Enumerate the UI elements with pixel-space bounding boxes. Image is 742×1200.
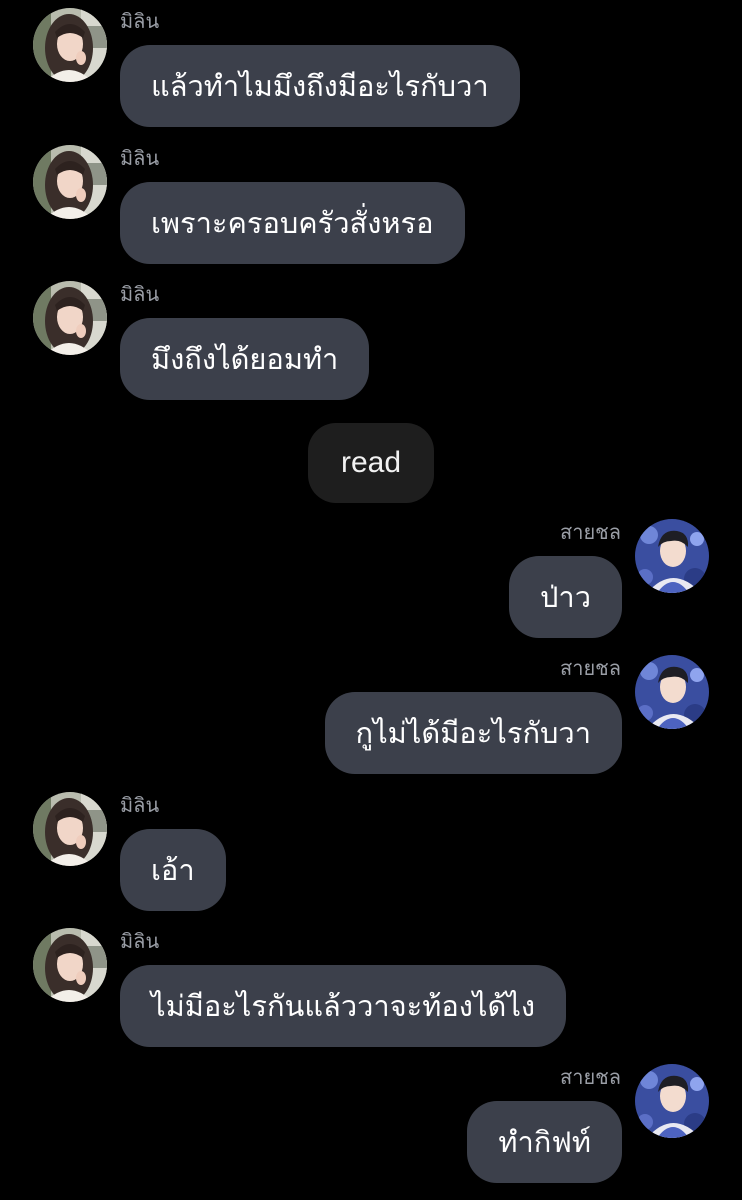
sender-name: สายชล bbox=[560, 520, 621, 544]
sender-name: มิลิน bbox=[120, 9, 160, 33]
message-bubble[interactable]: กูไม่ได้มีอะไรกับวา bbox=[324, 692, 622, 774]
sender-name: มิลิน bbox=[120, 282, 160, 306]
read-status-badge: read bbox=[308, 423, 434, 503]
boy-profile-avatar-icon[interactable] bbox=[635, 1064, 709, 1138]
message-bubble[interactable]: แล้วทำไมมึงถึงมีอะไรกับวา bbox=[120, 45, 520, 127]
girl-profile-avatar-icon[interactable] bbox=[33, 281, 107, 355]
sender-name: สายชล bbox=[560, 1065, 621, 1089]
girl-profile-avatar-icon[interactable] bbox=[33, 928, 107, 1002]
boy-profile-avatar-icon[interactable] bbox=[635, 655, 709, 729]
sender-name: มิลิน bbox=[120, 793, 160, 817]
message-bubble[interactable]: ทำกิฟท์ bbox=[467, 1101, 622, 1183]
message-bubble[interactable]: ป่าว bbox=[509, 556, 622, 638]
message-bubble[interactable]: ไม่มีอะไรกันแล้ววาจะท้องได้ไง bbox=[120, 965, 567, 1047]
boy-profile-avatar-icon[interactable] bbox=[635, 519, 709, 593]
girl-profile-avatar-icon[interactable] bbox=[33, 792, 107, 866]
message-bubble[interactable]: มึงถึงได้ยอมทำ bbox=[120, 318, 370, 400]
sender-name: สายชล bbox=[560, 656, 621, 680]
girl-profile-avatar-icon[interactable] bbox=[33, 145, 107, 219]
message-bubble[interactable]: เอ้า bbox=[120, 829, 226, 911]
girl-profile-avatar-icon[interactable] bbox=[33, 8, 107, 82]
sender-name: มิลิน bbox=[120, 929, 160, 953]
message-bubble[interactable]: เพราะครอบครัวสั่งหรอ bbox=[120, 182, 465, 264]
sender-name: มิลิน bbox=[120, 146, 160, 170]
